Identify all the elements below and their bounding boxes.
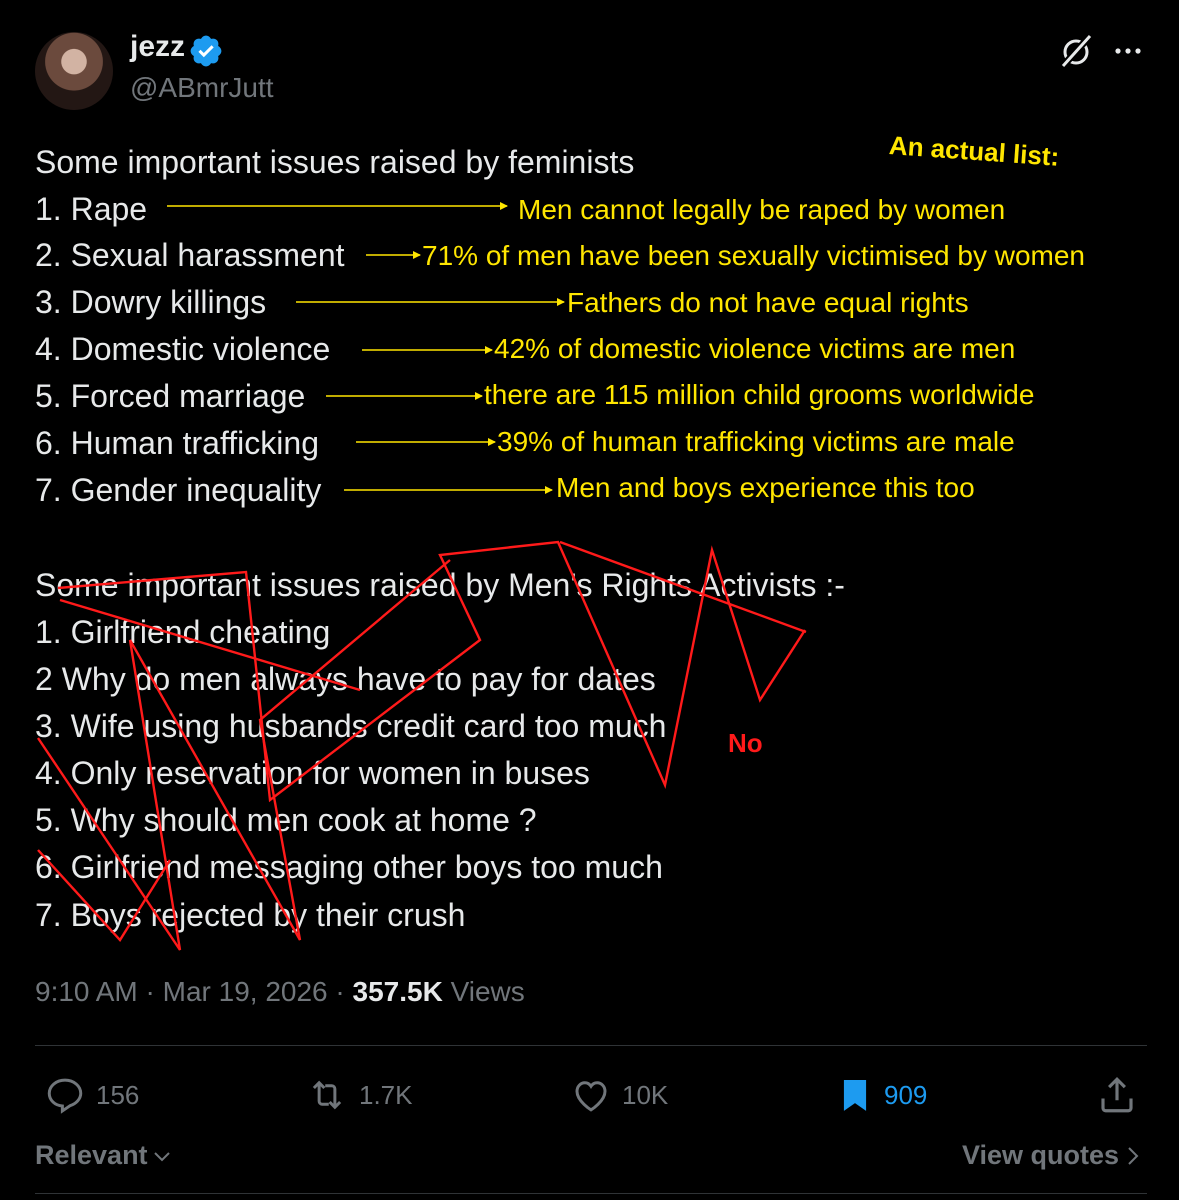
bookmark-button[interactable]: 909 bbox=[836, 1072, 927, 1118]
share-icon bbox=[1101, 1077, 1133, 1113]
reply-icon bbox=[47, 1078, 83, 1114]
reply-count: 156 bbox=[96, 1079, 140, 1110]
mra-item: 4. Only reservation for women in buses bbox=[35, 755, 590, 791]
annotation-item: 42% of domestic violence victims are men bbox=[494, 333, 1016, 364]
feminist-item: 5. Forced marriage bbox=[35, 378, 306, 414]
annotation-title: An actual list: bbox=[888, 130, 1061, 172]
mra-item: 7. Boys rejected by their crush bbox=[35, 897, 466, 933]
repost-button[interactable]: 1.7K bbox=[305, 1072, 413, 1118]
views-count: 357.5K bbox=[352, 976, 443, 1007]
repost-count: 1.7K bbox=[359, 1079, 413, 1110]
feminist-item: 4. Domestic violence bbox=[35, 331, 331, 367]
annotation-item: Men and boys experience this too bbox=[556, 472, 975, 503]
mra-heading: Some important issues raised by Men's Ri… bbox=[35, 567, 845, 603]
annotation-item: 39% of human trafficking victims are mal… bbox=[497, 426, 1015, 457]
mra-item: 1. Girlfriend cheating bbox=[35, 614, 331, 650]
mra-item: 3. Wife using husbands credit card too m… bbox=[35, 708, 667, 744]
view-quotes-label: View quotes bbox=[962, 1140, 1120, 1170]
chevron-down-icon bbox=[153, 1151, 170, 1161]
repost-icon bbox=[312, 1080, 342, 1110]
more-options-icon[interactable] bbox=[1110, 33, 1146, 69]
feminist-item: 2. Sexual harassment bbox=[35, 237, 345, 273]
grok-icon[interactable] bbox=[1056, 31, 1096, 71]
mra-item: 2 Why do men always have to pay for date… bbox=[35, 661, 656, 697]
tweet-meta: 9:10 AM · Mar 19, 2026 · 357.5K Views bbox=[35, 976, 525, 1008]
mra-item: 6. Girlfriend messaging other boys too m… bbox=[35, 849, 663, 885]
divider bbox=[35, 1193, 1147, 1194]
reply-button[interactable]: 156 bbox=[44, 1072, 139, 1118]
feminist-heading: Some important issues raised by feminist… bbox=[35, 144, 635, 180]
no-annotation: No bbox=[728, 728, 763, 758]
author-handle[interactable]: @ABmrJutt bbox=[130, 72, 274, 104]
annotation-item: there are 115 million child grooms world… bbox=[484, 379, 1035, 410]
bookmark-icon bbox=[843, 1079, 867, 1111]
meta-separator: · bbox=[145, 976, 155, 1007]
like-button[interactable]: 10K bbox=[570, 1072, 668, 1118]
annotation-item: 71% of men have been sexually victimised… bbox=[422, 240, 1086, 271]
verified-badge-icon bbox=[190, 35, 222, 67]
feminist-item: 6. Human trafficking bbox=[35, 425, 319, 461]
annotation-item: Men cannot legally be raped by women bbox=[518, 194, 1006, 225]
feminist-item: 7. Gender inequality bbox=[35, 472, 322, 508]
sort-dropdown[interactable]: Relevant bbox=[35, 1140, 172, 1171]
feminist-item: 3. Dowry killings bbox=[35, 284, 267, 320]
heart-icon bbox=[575, 1081, 607, 1112]
author-name[interactable]: jezz bbox=[130, 30, 185, 64]
avatar[interactable] bbox=[35, 32, 113, 110]
sort-label: Relevant bbox=[35, 1140, 148, 1170]
meta-separator: · bbox=[335, 976, 345, 1007]
tweet-date[interactable]: Mar 19, 2026 bbox=[163, 976, 328, 1007]
feminist-item: 1. Rape bbox=[35, 191, 148, 227]
views-label: Views bbox=[450, 976, 525, 1007]
annotation-item: Fathers do not have equal rights bbox=[567, 287, 969, 318]
bookmark-count: 909 bbox=[884, 1079, 928, 1110]
divider bbox=[35, 1045, 1147, 1046]
chevron-right-icon bbox=[1128, 1146, 1139, 1165]
tweet-time[interactable]: 9:10 AM bbox=[35, 976, 138, 1007]
like-count: 10K bbox=[622, 1079, 669, 1110]
share-button[interactable] bbox=[1096, 1072, 1138, 1118]
mra-item: 5. Why should men cook at home ? bbox=[35, 802, 537, 838]
view-quotes-link[interactable]: View quotes bbox=[962, 1140, 1141, 1171]
